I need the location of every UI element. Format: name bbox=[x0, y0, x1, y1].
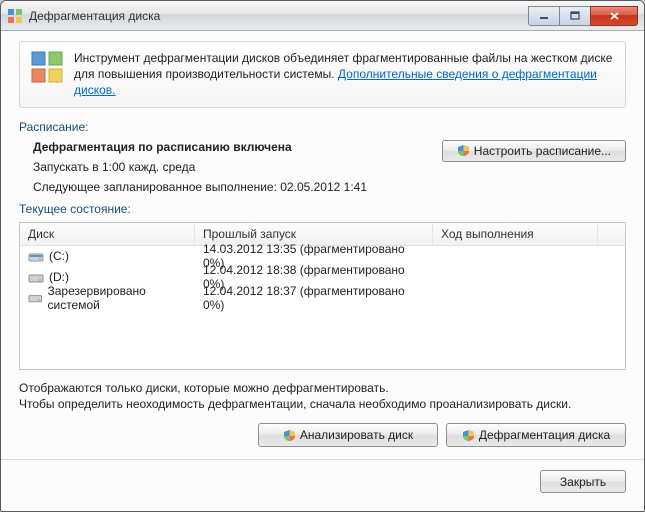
schedule-run-at: Запускать в 1:00 кажд. среда bbox=[33, 160, 367, 174]
window-title: Дефрагментация диска bbox=[29, 9, 528, 23]
close-button[interactable] bbox=[590, 6, 638, 26]
col-disk[interactable]: Диск bbox=[20, 223, 195, 245]
hint-line2: Чтобы определить неоходимость дефрагмент… bbox=[19, 396, 626, 413]
window-controls bbox=[528, 6, 638, 26]
divider bbox=[1, 459, 644, 460]
defrag-app-icon bbox=[7, 8, 23, 24]
defragment-disk-button[interactable]: Дефрагментация диска bbox=[446, 423, 626, 447]
disk-table: Диск Прошлый запуск Ход выполнения (C:) … bbox=[19, 222, 626, 370]
analyze-disk-button[interactable]: Анализировать диск bbox=[258, 423, 438, 447]
schedule-next-run: Следующее запланированное выполнение: 02… bbox=[33, 180, 367, 194]
schedule-row: Дефрагментация по расписанию включена За… bbox=[19, 140, 626, 200]
close-label: Закрыть bbox=[560, 475, 606, 489]
shield-icon bbox=[462, 429, 475, 442]
disk-name: Зарезервировано системой bbox=[47, 284, 187, 312]
minimize-button[interactable] bbox=[528, 6, 559, 26]
hint-line1: Отображаются только диски, которые можно… bbox=[19, 380, 626, 397]
schedule-info: Дефрагментация по расписанию включена За… bbox=[19, 140, 367, 200]
content-area: Инструмент дефрагментации дисков объедин… bbox=[1, 31, 644, 511]
defrag-label: Дефрагментация диска bbox=[479, 428, 610, 442]
status-section-label: Текущее состояние: bbox=[19, 202, 626, 216]
schedule-enabled-title: Дефрагментация по расписанию включена bbox=[33, 140, 367, 154]
drive-icon bbox=[28, 249, 44, 263]
titlebar[interactable]: Дефрагментация диска bbox=[1, 1, 644, 31]
footer-buttons: Закрыть bbox=[19, 470, 626, 493]
disk-last-run: 12.04.2012 18:37 (фрагментировано 0%) bbox=[195, 282, 433, 314]
minimize-icon bbox=[539, 11, 549, 21]
maximize-button[interactable] bbox=[559, 6, 590, 26]
table-body: (C:) 14.03.2012 13:35 (фрагментировано 0… bbox=[20, 246, 625, 309]
schedule-section-label: Расписание: bbox=[19, 120, 626, 134]
hint-text: Отображаются только диски, которые можно… bbox=[19, 380, 626, 414]
maximize-icon bbox=[570, 11, 580, 21]
info-text: Инструмент дефрагментации дисков объедин… bbox=[74, 50, 615, 99]
col-spacer bbox=[598, 223, 625, 245]
configure-schedule-label: Настроить расписание... bbox=[474, 144, 611, 158]
disk-name: (C:) bbox=[49, 249, 69, 263]
configure-schedule-button[interactable]: Настроить расписание... bbox=[442, 140, 626, 162]
window: Дефрагментация диска bbox=[0, 0, 645, 512]
action-buttons: Анализировать диск Дефрагментация диска bbox=[19, 423, 626, 447]
close-icon bbox=[609, 11, 620, 21]
info-panel: Инструмент дефрагментации дисков объедин… bbox=[19, 41, 626, 108]
close-dialog-button[interactable]: Закрыть bbox=[540, 470, 626, 493]
defrag-info-icon bbox=[30, 50, 64, 84]
analyze-label: Анализировать диск bbox=[300, 428, 413, 442]
shield-icon bbox=[457, 144, 470, 157]
col-progress[interactable]: Ход выполнения bbox=[433, 223, 598, 245]
shield-icon bbox=[283, 429, 296, 442]
drive-icon bbox=[28, 291, 42, 305]
table-row[interactable]: Зарезервировано системой 12.04.2012 18:3… bbox=[20, 288, 625, 309]
